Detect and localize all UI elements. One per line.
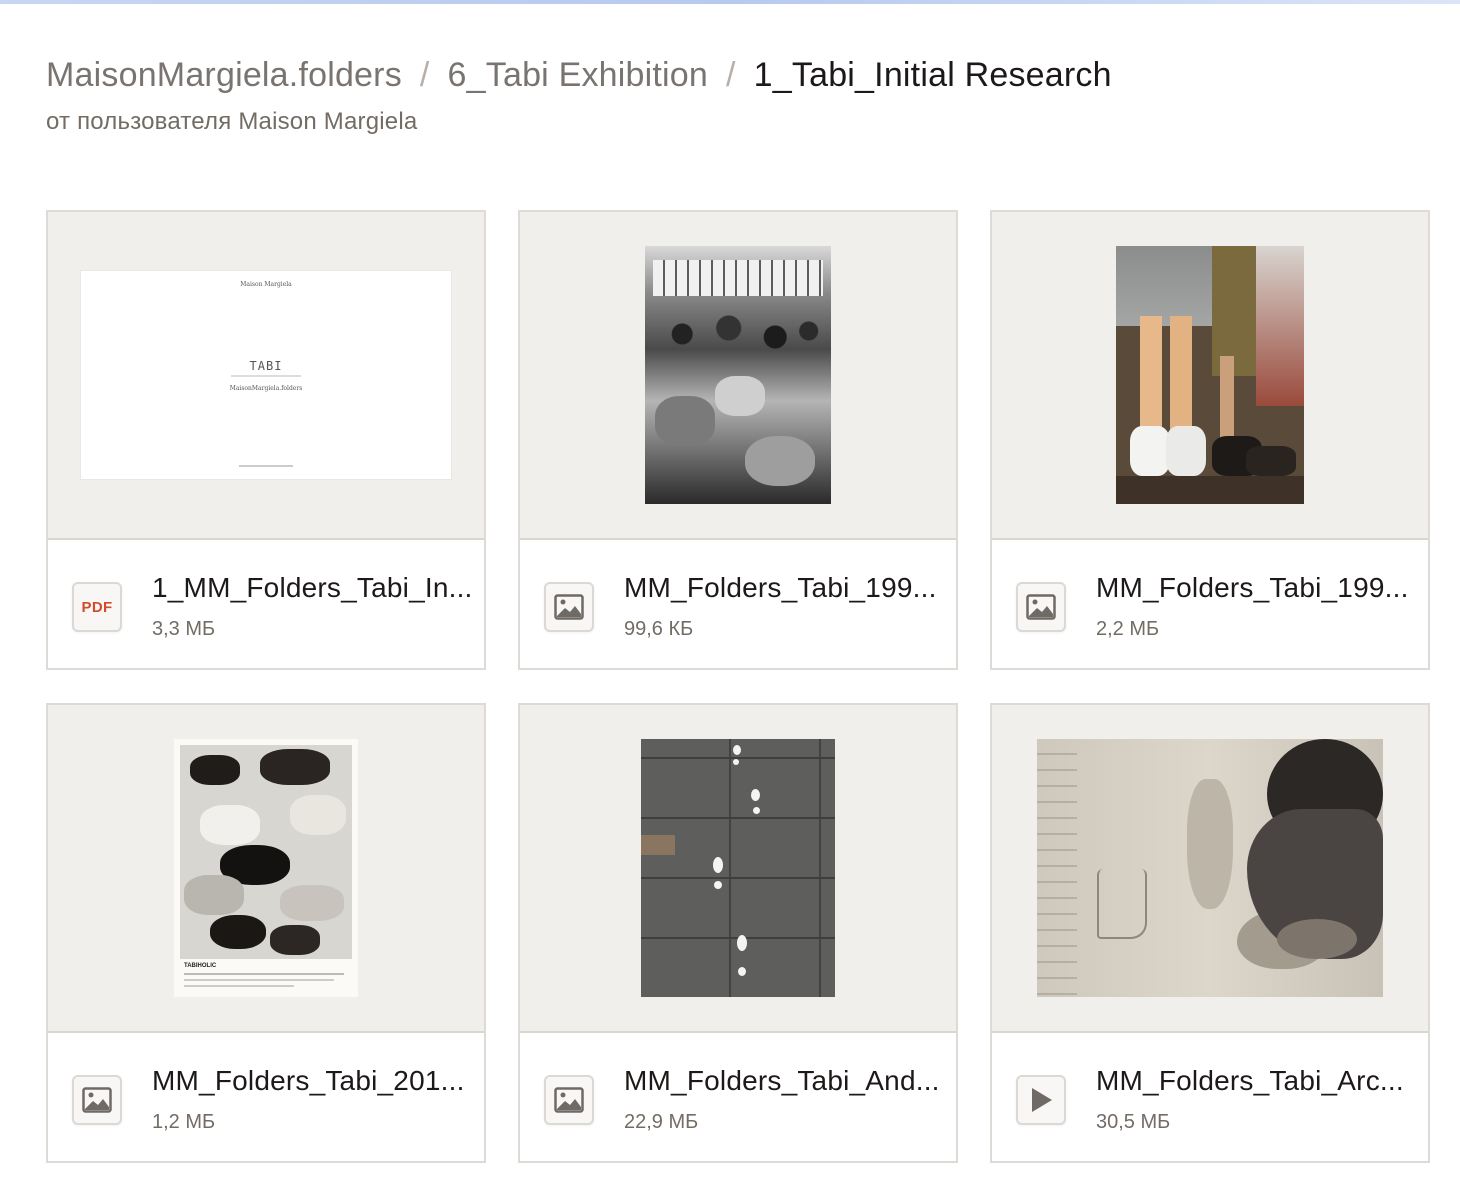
video-play-icon [1016,1075,1066,1125]
video-preview [1037,739,1383,997]
owner-line: от пользователя Maison Margiela [46,108,418,135]
image-icon [72,1075,122,1125]
file-card[interactable]: Maison Margiela TABI MaisonMargiela.fold… [46,210,486,670]
breadcrumb-root[interactable]: MaisonMargiela.folders [46,52,402,98]
file-thumbnail [520,212,956,540]
file-meta: MM_Folders_Tabi_Arc... 30,5 МБ [992,1035,1428,1161]
file-thumbnail: Maison Margiela TABI MaisonMargiela.fold… [48,212,484,540]
image-icon [544,1075,594,1125]
file-card[interactable]: MM_Folders_Tabi_And... 22,9 МБ [518,703,958,1163]
file-thumbnail: TABIHOLIC [48,705,484,1033]
file-card[interactable]: MM_Folders_Tabi_Arc... 30,5 МБ [990,703,1430,1163]
doc-title-text: TABI [249,359,283,373]
breadcrumb-separator: / [726,56,736,94]
file-thumbnail [520,705,956,1033]
file-name[interactable]: MM_Folders_Tabi_And... [624,1065,940,1097]
image-icon [544,582,594,632]
file-meta: MM_Folders_Tabi_And... 22,9 МБ [520,1035,956,1161]
file-size: 2,2 МБ [1096,618,1160,640]
breadcrumb-folder[interactable]: 6_Tabi Exhibition [448,52,708,98]
doc-brand-text: Maison Margiela [240,281,292,288]
file-card[interactable]: MM_Folders_Tabi_199... 2,2 МБ [990,210,1430,670]
top-accent-bar [0,0,1460,4]
photo-preview [641,739,835,997]
file-thumbnail [992,212,1428,540]
file-meta: MM_Folders_Tabi_199... 2,2 МБ [992,542,1428,668]
poster-title: TABIHOLIC [184,963,217,969]
doc-subtitle-text: MaisonMargiela.folders [229,385,303,392]
file-name[interactable]: MM_Folders_Tabi_Arc... [1096,1065,1404,1097]
breadcrumb-separator: / [419,56,430,94]
file-card[interactable]: MM_Folders_Tabi_199... 99,6 КБ [518,210,958,670]
file-meta: MM_Folders_Tabi_201... 1,2 МБ [48,1035,484,1161]
breadcrumb: MaisonMargiela.folders / 6_Tabi Exhibiti… [46,52,1426,98]
pdf-page-preview: Maison Margiela TABI MaisonMargiela.fold… [81,271,451,479]
file-size: 99,6 КБ [624,618,694,640]
file-name[interactable]: MM_Folders_Tabi_199... [624,572,937,604]
photo-preview [645,246,831,504]
photo-preview [1116,246,1304,504]
file-name[interactable]: MM_Folders_Tabi_199... [1096,572,1409,604]
file-size: 1,2 МБ [152,1111,216,1133]
file-card[interactable]: TABIHOLIC MM_Folders_Tabi_201... 1,2 МБ [46,703,486,1163]
file-meta: MM_Folders_Tabi_199... 99,6 КБ [520,542,956,668]
file-name[interactable]: 1_MM_Folders_Tabi_In... [152,572,473,604]
page-header: MaisonMargiela.folders / 6_Tabi Exhibiti… [46,52,1426,136]
file-size: 3,3 МБ [152,618,216,640]
file-name[interactable]: MM_Folders_Tabi_201... [152,1065,465,1097]
breadcrumb-current: 1_Tabi_Initial Research [753,56,1112,94]
file-meta: PDF 1_MM_Folders_Tabi_In... 3,3 МБ [48,542,484,668]
file-size: 30,5 МБ [1096,1111,1171,1133]
poster-preview: TABIHOLIC [174,739,358,997]
file-thumbnail [992,705,1428,1033]
pdf-icon: PDF [72,582,122,632]
image-icon [1016,582,1066,632]
file-size: 22,9 МБ [624,1111,699,1133]
